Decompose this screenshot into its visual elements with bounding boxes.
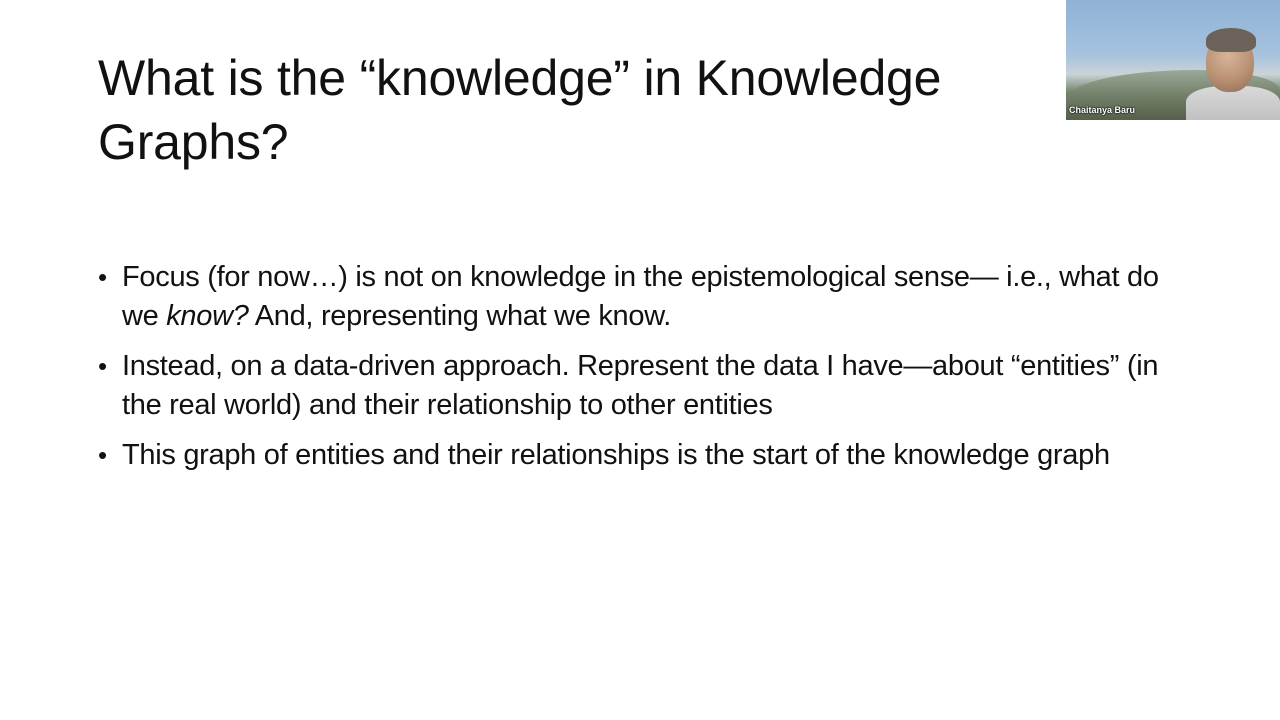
bullet-marker: • [98, 262, 107, 292]
bullet-text-1-after: And, representing what we know. [248, 300, 672, 332]
bullet-list: • Focus (for now…) is not on knowledge i… [98, 258, 1198, 486]
participant-video-tile[interactable]: Chaitanya Baru [1066, 0, 1280, 120]
bullet-text-3: This graph of entities and their relatio… [122, 439, 1110, 471]
bullet-item-1: • Focus (for now…) is not on knowledge i… [98, 258, 1198, 336]
bullet-item-3: • This graph of entities and their relat… [98, 436, 1198, 475]
bullet-text-2: Instead, on a data-driven approach. Repr… [122, 350, 1159, 421]
slide-title: What is the “knowledge” in Knowledge Gra… [98, 50, 942, 170]
bullet-text-1-emphasis: know? [166, 300, 249, 332]
bullet-marker: • [98, 351, 107, 381]
bullet-item-2: • Instead, on a data-driven approach. Re… [98, 347, 1198, 425]
presentation-slide: What is the “knowledge” in Knowledge Gra… [0, 0, 1280, 720]
participant-name-label: Chaitanya Baru [1069, 105, 1136, 115]
participant-hair [1206, 28, 1256, 52]
bullet-marker: • [98, 440, 107, 470]
